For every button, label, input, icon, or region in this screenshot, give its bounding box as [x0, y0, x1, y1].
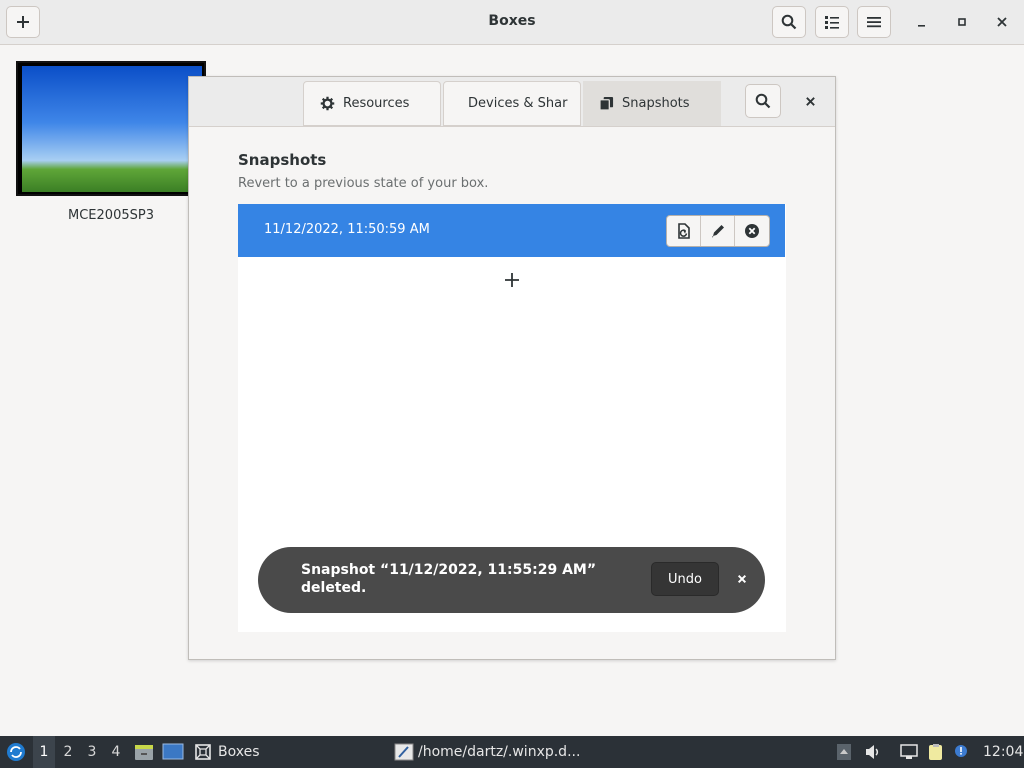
- search-button[interactable]: [772, 6, 806, 38]
- tab-resources-label: Resources: [343, 96, 410, 111]
- taskbar-app-boxes-label: Boxes: [218, 744, 260, 760]
- box-properties-dialog: Resources Devices & Shar Snapshots Snaps…: [188, 76, 836, 660]
- taskbar-app-editor[interactable]: /home/dartz/.winxp.d...: [394, 736, 580, 768]
- revert-icon: [677, 223, 690, 239]
- clipboard-icon[interactable]: [927, 743, 945, 761]
- toast-message: Snapshot “11/12/2022, 11:55:29 AM” delet…: [301, 562, 597, 596]
- notification-icon[interactable]: [952, 743, 970, 761]
- maximize-button[interactable]: [946, 6, 978, 38]
- add-snapshot-button[interactable]: [497, 265, 527, 295]
- show-desktop-icon: [162, 743, 184, 760]
- volume-icon[interactable]: [864, 743, 882, 761]
- files-launcher[interactable]: [134, 736, 154, 768]
- delete-circle-icon: [745, 224, 759, 238]
- list-view-icon: [825, 16, 839, 29]
- header-bar: Boxes: [0, 0, 1024, 45]
- box-name[interactable]: MCE2005SP3: [16, 208, 206, 223]
- section-title: Snapshots: [238, 151, 327, 169]
- view-toggle-button[interactable]: [815, 6, 849, 38]
- snapshots-panel: Snapshots Revert to a previous state of …: [238, 132, 786, 632]
- deleted-toast: Snapshot “11/12/2022, 11:55:29 AM” delet…: [258, 547, 765, 613]
- tab-snapshots[interactable]: Snapshots: [583, 81, 721, 126]
- close-icon: [997, 17, 1007, 27]
- app-menu-button[interactable]: [4, 736, 28, 768]
- box-screen-preview: [22, 66, 202, 192]
- minimize-icon: [918, 25, 925, 27]
- section-subtitle: Revert to a previous state of your box.: [238, 176, 489, 191]
- minimize-button[interactable]: [906, 6, 938, 38]
- distro-logo-icon: [7, 743, 25, 761]
- desktop-launcher[interactable]: [162, 736, 184, 768]
- snapshot-actions: [666, 215, 770, 247]
- main-menu-button[interactable]: [857, 6, 891, 38]
- maximize-icon: [958, 18, 966, 26]
- window-close-button[interactable]: [986, 6, 1018, 38]
- revert-snapshot-button[interactable]: [667, 216, 701, 246]
- file-cabinet-icon: [135, 745, 153, 760]
- tray-up-arrow-icon[interactable]: [835, 743, 853, 761]
- dialog-header: Resources Devices & Shar Snapshots: [189, 77, 835, 127]
- taskbar-app-boxes[interactable]: Boxes: [194, 736, 260, 768]
- workspace-3[interactable]: 3: [81, 736, 103, 768]
- search-icon: [781, 14, 797, 30]
- close-icon: [805, 96, 815, 106]
- workspace-2[interactable]: 2: [57, 736, 79, 768]
- network-icon[interactable]: [900, 743, 918, 761]
- workspace-4[interactable]: 4: [105, 736, 127, 768]
- pencil-icon: [711, 225, 724, 238]
- taskbar: 1 2 3 4 Boxes /home/dartz/.winxp.d... 12…: [0, 736, 1024, 768]
- workspace-1[interactable]: 1: [33, 736, 55, 768]
- search-icon: [755, 93, 771, 109]
- taskbar-app-editor-label: /home/dartz/.winxp.d...: [418, 744, 581, 760]
- snapshots-header: Snapshots Revert to a previous state of …: [238, 132, 786, 204]
- dialog-search-button[interactable]: [745, 84, 781, 118]
- snapshot-label: 11/12/2022, 11:50:59 AM: [264, 222, 430, 237]
- close-icon: [737, 574, 747, 584]
- tab-devices-label: Devices & Shar: [468, 96, 568, 111]
- undo-button[interactable]: Undo: [651, 562, 719, 596]
- gear-icon: [320, 96, 335, 111]
- clock[interactable]: 12:04: [983, 736, 1023, 768]
- tab-resources[interactable]: Resources: [303, 81, 441, 126]
- tab-devices[interactable]: Devices & Shar: [443, 81, 581, 126]
- boxes-icon: [195, 744, 211, 760]
- plus-icon: [505, 273, 519, 287]
- box-thumbnail[interactable]: [16, 61, 206, 196]
- tab-snapshots-label: Snapshots: [622, 96, 690, 111]
- hamburger-menu-icon: [867, 17, 881, 28]
- snapshot-row[interactable]: 11/12/2022, 11:50:59 AM: [238, 204, 785, 257]
- dialog-close-button[interactable]: [795, 86, 825, 116]
- delete-snapshot-button[interactable]: [735, 216, 769, 246]
- text-editor-icon: [394, 743, 414, 761]
- rename-snapshot-button[interactable]: [701, 216, 735, 246]
- toast-close-button[interactable]: [732, 569, 752, 589]
- snapshots-icon: [599, 96, 614, 111]
